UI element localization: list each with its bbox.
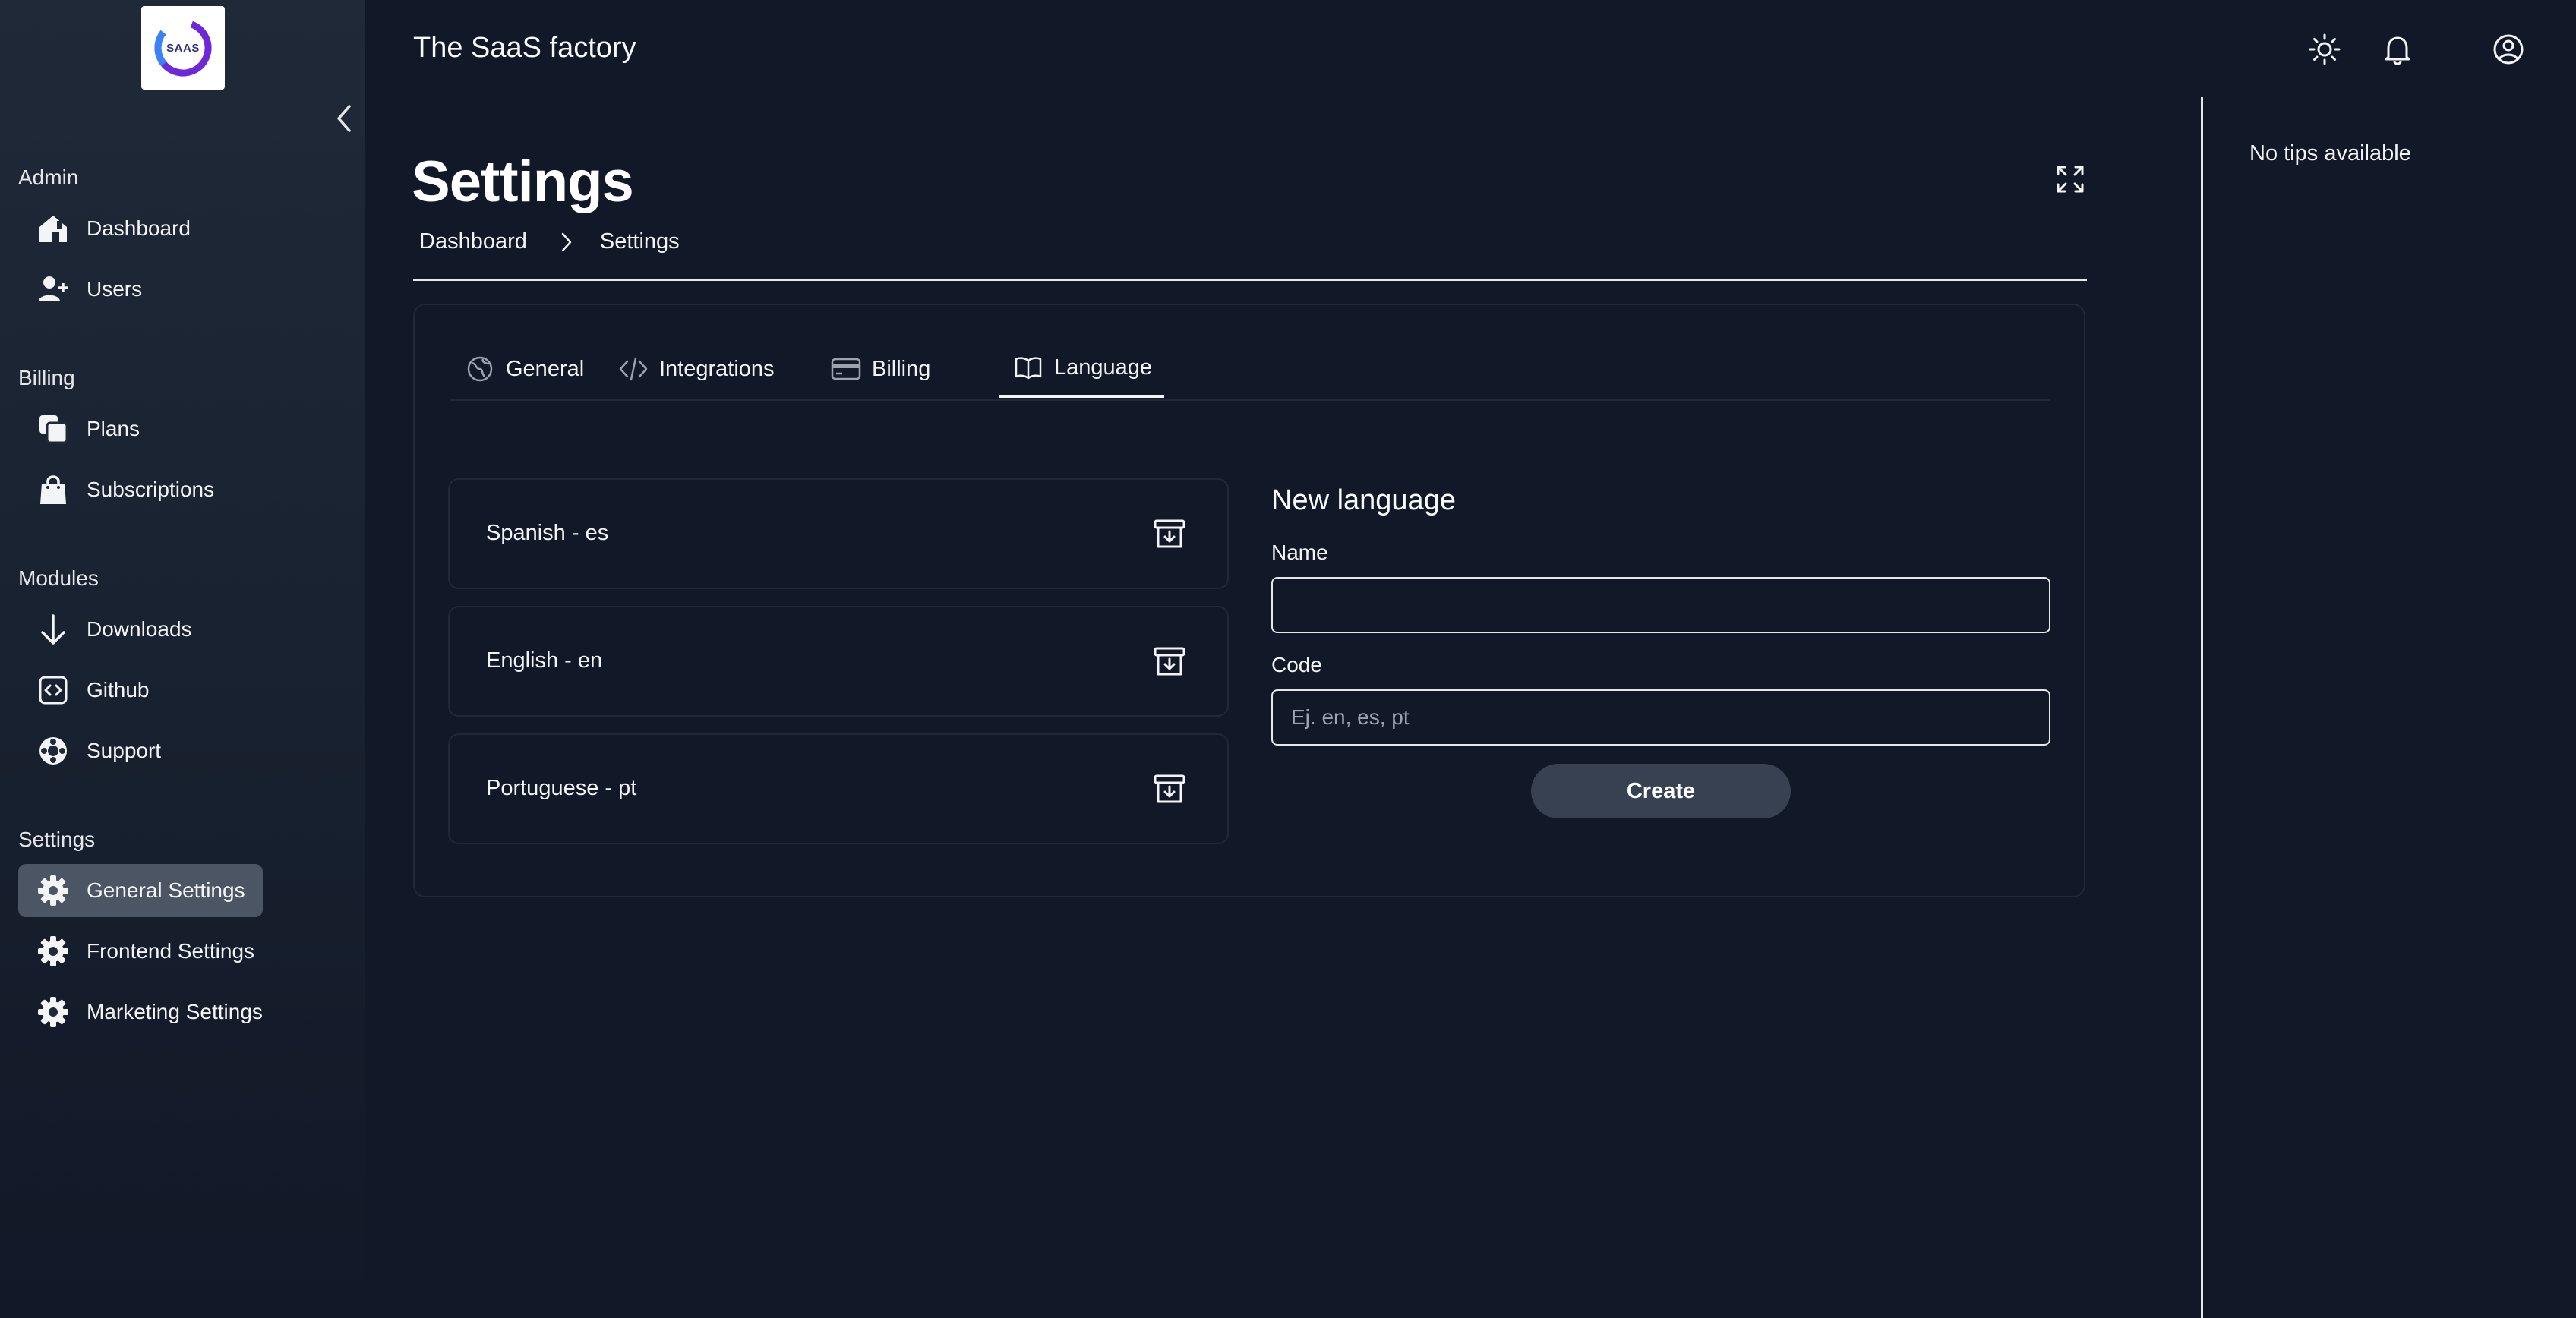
settings-card: General Integrations Billing Language Sp… [413, 304, 2085, 897]
sidebar-item-marketing-settings[interactable]: Marketing Settings [18, 985, 263, 1039]
sidebar-section-settings: Settings [18, 828, 96, 851]
sidebar-item-support[interactable]: Support [18, 724, 261, 777]
sidebar-item-label: Github [87, 678, 150, 702]
shopping-bag-icon [36, 473, 70, 506]
tips-panel-divider [2201, 97, 2203, 1318]
sidebar-item-subscriptions[interactable]: Subscriptions [18, 463, 261, 516]
archive-language-button[interactable] [1151, 516, 1188, 553]
sidebar-item-label: Plans [87, 417, 140, 440]
archive-language-button[interactable] [1151, 644, 1188, 680]
tab-billing[interactable]: Billing [831, 340, 930, 398]
language-label: English - en [486, 648, 603, 673]
theme-toggle-button[interactable] [2306, 30, 2344, 68]
bell-icon [2385, 36, 2410, 65]
chevron-right-icon [561, 232, 572, 251]
notifications-button[interactable] [2379, 30, 2417, 68]
name-field-label: Name [1271, 541, 1328, 564]
gear-icon [36, 874, 70, 907]
sidebar-section-modules: Modules [18, 566, 99, 590]
book-icon [1013, 352, 1043, 383]
sidebar-item-label: General Settings [87, 878, 245, 902]
gear-icon [36, 995, 70, 1029]
archive-icon [1154, 519, 1185, 548]
chevron-left-icon [337, 105, 351, 132]
sidebar-item-label: Dashboard [87, 216, 191, 240]
tab-language[interactable]: Language [999, 340, 1165, 398]
list-item: Portuguese - pt [448, 733, 1229, 844]
collapse-sidebar-button[interactable] [331, 102, 357, 135]
credit-card-icon [831, 354, 861, 384]
app-title: The SaaS factory [413, 32, 636, 64]
tab-label: General [506, 356, 585, 381]
sidebar-item-users[interactable]: Users [18, 263, 261, 316]
app-logo[interactable]: SAAS [141, 6, 225, 90]
language-label: Spanish - es [486, 521, 609, 545]
new-language-title: New language [1271, 484, 1456, 516]
tab-general[interactable]: General [465, 340, 584, 398]
tab-label: Billing [872, 356, 931, 381]
breadcrumb-dashboard-link[interactable]: Dashboard [419, 229, 527, 254]
sun-icon [2309, 33, 2341, 65]
breadcrumb-current: Settings [599, 229, 680, 254]
arrow-down-icon [36, 613, 70, 646]
sidebar-item-downloads[interactable]: Downloads [18, 603, 261, 656]
code-square-icon [36, 673, 70, 707]
archive-language-button[interactable] [1151, 771, 1188, 808]
sidebar-section-admin: Admin [18, 166, 79, 189]
tab-label: Language [1054, 355, 1153, 380]
sidebar-item-plans[interactable]: Plans [18, 402, 261, 456]
lifebuoy-icon [36, 734, 70, 768]
code-icon [618, 354, 649, 384]
list-item: English - en [448, 606, 1229, 717]
code-field-label: Code [1271, 653, 1322, 676]
expand-icon [2057, 166, 2084, 193]
globe-icon [465, 354, 495, 384]
sidebar-item-general-settings[interactable]: General Settings [18, 864, 263, 917]
list-item: Spanish - es [448, 478, 1229, 589]
breadcrumb: Dashboard Settings [419, 229, 680, 254]
archive-icon [1154, 774, 1185, 803]
sidebar-item-label: Downloads [87, 617, 192, 641]
sidebar: SAAS Admin Dashboard Users Billing Plans… [0, 0, 365, 1318]
tab-integrations[interactable]: Integrations [618, 340, 775, 398]
user-circle-icon [2493, 34, 2524, 65]
create-button[interactable]: Create [1531, 764, 1791, 818]
sidebar-item-dashboard[interactable]: Dashboard [18, 202, 261, 255]
user-plus-icon [36, 273, 70, 306]
header-divider [413, 279, 2087, 281]
sidebar-item-label: Subscriptions [87, 478, 215, 501]
code-input[interactable] [1271, 689, 2050, 746]
gear-icon [36, 935, 70, 968]
sidebar-item-label: Marketing Settings [87, 1000, 263, 1023]
sidebar-item-github[interactable]: Github [18, 664, 261, 717]
home-icon [36, 212, 70, 245]
language-label: Portuguese - pt [486, 776, 637, 800]
sidebar-item-label: Support [87, 739, 162, 762]
copy-icon [36, 412, 70, 446]
name-input[interactable] [1271, 577, 2050, 633]
tab-label: Integrations [659, 356, 775, 381]
sidebar-item-frontend-settings[interactable]: Frontend Settings [18, 925, 261, 978]
settings-tabs: General Integrations Billing Language [450, 340, 2050, 401]
page-title: Settings [412, 150, 634, 214]
sidebar-item-label: Users [87, 277, 143, 301]
user-menu-button[interactable] [2489, 30, 2527, 68]
sidebar-item-label: Frontend Settings [87, 939, 255, 963]
archive-icon [1154, 647, 1185, 676]
sidebar-section-billing: Billing [18, 366, 75, 389]
tips-text: No tips available [2249, 141, 2411, 166]
logo-text: SAAS [166, 41, 200, 55]
fullscreen-button[interactable] [2055, 164, 2085, 194]
